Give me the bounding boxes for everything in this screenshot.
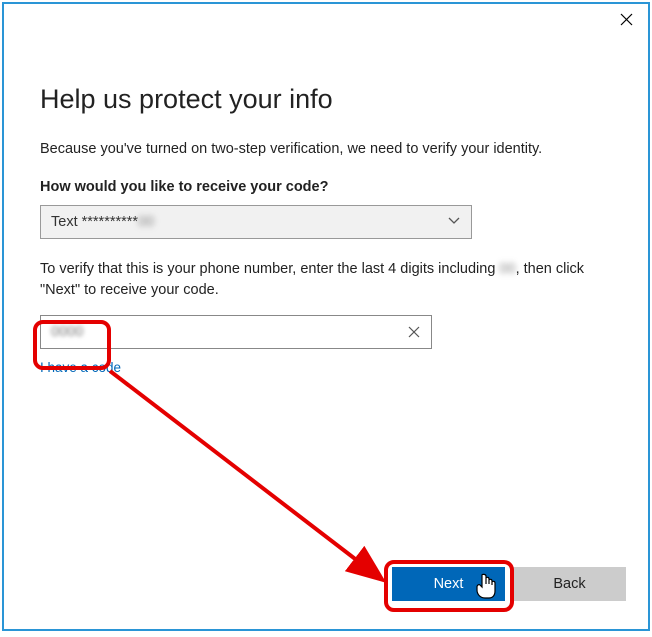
page-title: Help us protect your info (40, 84, 612, 115)
code-method-label: How would you like to receive your code? (40, 179, 612, 195)
verify-instruction: To verify that this is your phone number… (40, 259, 600, 301)
clear-icon[interactable] (405, 323, 423, 341)
masked-select-suffix: 00 (138, 214, 154, 230)
have-code-link[interactable]: I have a code (40, 360, 121, 375)
next-button[interactable]: Next (392, 567, 505, 601)
select-value: Text ********** (51, 214, 138, 230)
back-button[interactable]: Back (513, 567, 626, 601)
description-text: Because you've turned on two-step verifi… (40, 141, 612, 157)
masked-digits: 00 (499, 259, 515, 280)
phone-digits-input[interactable] (41, 316, 431, 348)
code-method-select[interactable]: Text ********** 00 (40, 205, 472, 239)
phone-digits-input-wrapper (40, 315, 432, 349)
close-icon[interactable] (614, 7, 638, 31)
chevron-down-icon (447, 214, 461, 230)
